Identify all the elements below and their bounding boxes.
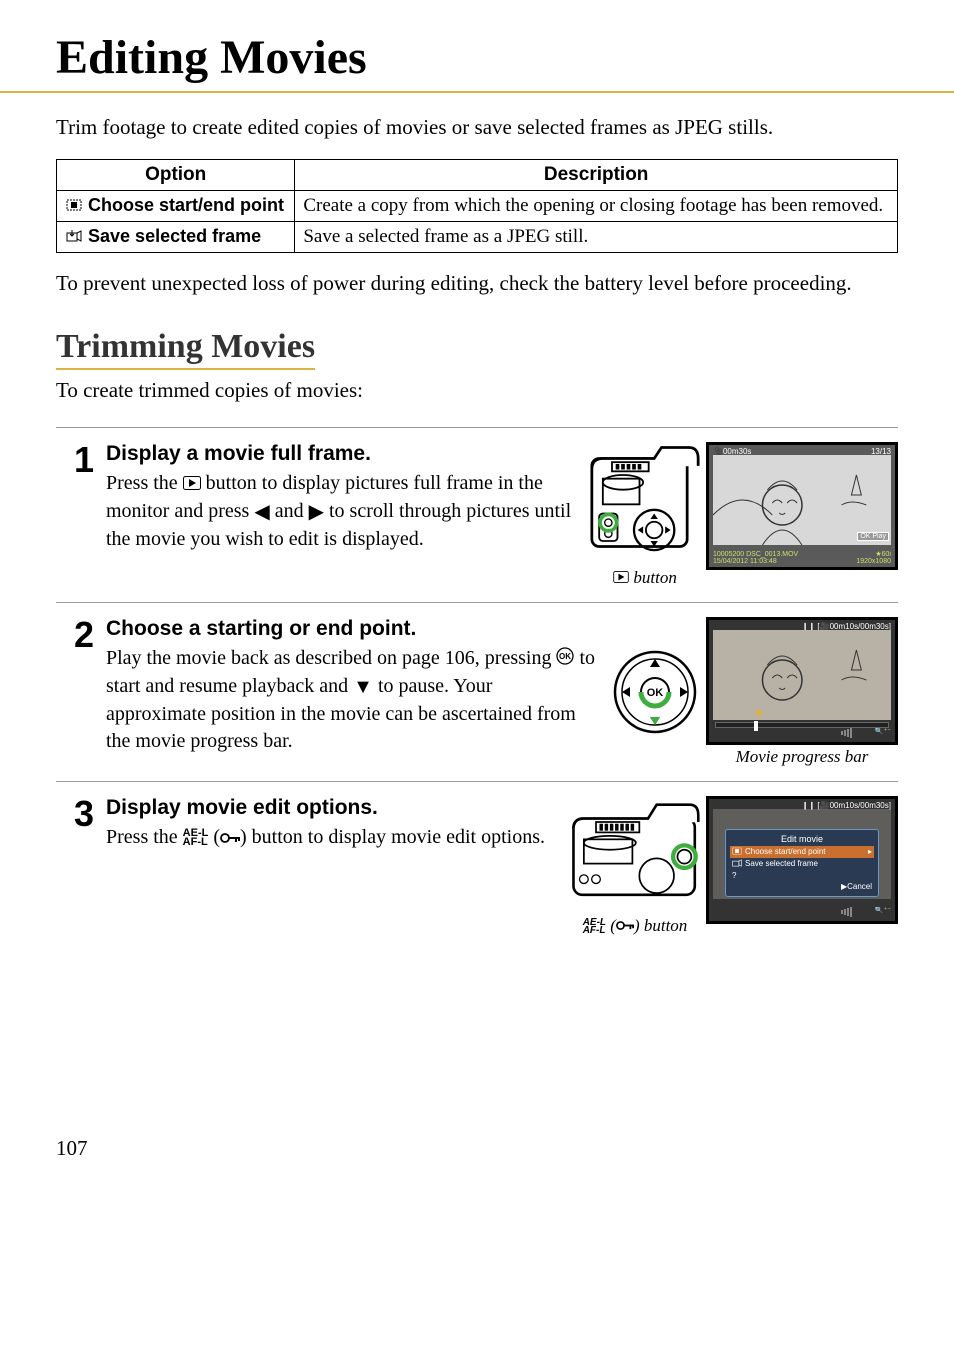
step-text: Press the AE-LAF-L () button to display … (106, 824, 556, 852)
step-number: 2 (56, 617, 94, 653)
table-row: Save selected frame Save a selected fram… (57, 222, 898, 253)
camera-back-illustration (590, 442, 700, 566)
step-title: Display a movie full frame. (106, 442, 576, 466)
section-intro: To create trimmed copies of movies: (56, 378, 898, 403)
lcd-progress-screen: ❙❙ [🎥00m10s/00m30s] (706, 617, 898, 745)
protect-key-icon (616, 916, 634, 935)
svg-text:OK: OK (647, 687, 664, 699)
down-arrow-icon: ▼ (353, 674, 373, 701)
ae-l-af-l-icon: AE-LAF-L (583, 919, 606, 935)
intro-text: Trim footage to create edited copies of … (56, 113, 898, 141)
left-arrow-icon: ◀ (254, 499, 269, 526)
step-title: Display movie edit options. (106, 796, 556, 820)
options-table: Option Description Choose start/end poin… (56, 159, 898, 253)
col-option: Option (57, 160, 295, 191)
ok-play-badge: OK Play (857, 532, 889, 541)
step-3: 3 Display movie edit options. Press the … (56, 796, 898, 936)
menu-item-save-frame: Save selected frame (730, 858, 874, 870)
protect-key-icon (220, 825, 240, 852)
help-icon: ? (732, 871, 736, 880)
playback-icon (183, 471, 201, 498)
step-number: 3 (56, 796, 94, 832)
option-desc: Save a selected frame as a JPEG still. (295, 222, 898, 253)
divider (56, 427, 898, 428)
volume-icon (841, 728, 869, 740)
divider (56, 602, 898, 603)
caption: AE-LAF-L () button (583, 916, 688, 936)
note-text: To prevent unexpected loss of power duri… (56, 269, 898, 297)
menu-title: Edit movie (730, 834, 874, 844)
choose-range-icon (65, 195, 83, 216)
page-number: 107 (56, 1136, 898, 1161)
ae-l-af-l-icon: AE-LAF-L (183, 829, 209, 847)
col-description: Description (295, 160, 898, 191)
lcd-edit-menu-screen: ❙❙ [🎥00m10s/00m30s] Edit movie Choose (706, 796, 898, 924)
step-1: 1 Display a movie full frame. Press the … (56, 442, 898, 588)
section-title: Trimming Movies (56, 328, 315, 370)
ok-button-icon: OK (556, 646, 574, 673)
step-2: 2 Choose a starting or end point. Play t… (56, 617, 898, 767)
right-arrow-icon: ▸ (868, 847, 872, 856)
svg-text:OK: OK (559, 652, 571, 661)
divider (56, 781, 898, 782)
progress-marker-arrow: ▼ (752, 705, 766, 721)
choose-range-icon (732, 847, 742, 857)
playback-icon (613, 568, 629, 587)
lcd-playback-screen: 🎥00m30s 13/13 (706, 442, 898, 570)
option-name: Save selected frame (88, 226, 261, 246)
step-title: Choose a starting or end point. (106, 617, 596, 641)
step-number: 1 (56, 442, 94, 478)
save-frame-icon (732, 859, 742, 869)
step-text: Play the movie back as described on page… (106, 645, 596, 755)
menu-item-help: ? (730, 870, 874, 881)
right-arrow-icon: ▶ (309, 499, 324, 526)
menu-item-choose-range: Choose start/end point ▸ (730, 846, 874, 858)
option-name: Choose start/end point (88, 195, 284, 215)
option-desc: Create a copy from which the opening or … (295, 191, 898, 222)
save-frame-icon (65, 226, 83, 247)
caption: button (613, 568, 677, 588)
menu-cancel: ▶Cancel (730, 881, 874, 892)
step-text: Press the button to display pictures ful… (106, 470, 576, 553)
multi-selector-illustration: OK (610, 647, 700, 737)
camera-back-illustration (570, 796, 700, 914)
page-title: Editing Movies (56, 30, 954, 85)
volume-icon (841, 907, 869, 919)
zoom-icon: 🔍⁺⁻ (875, 907, 891, 919)
edit-movie-menu: Edit movie Choose start/end point ▸ Save… (725, 829, 879, 897)
caption: Movie progress bar (736, 747, 869, 767)
zoom-icon: 🔍⁺⁻ (875, 728, 891, 740)
table-row: Choose start/end point Create a copy fro… (57, 191, 898, 222)
